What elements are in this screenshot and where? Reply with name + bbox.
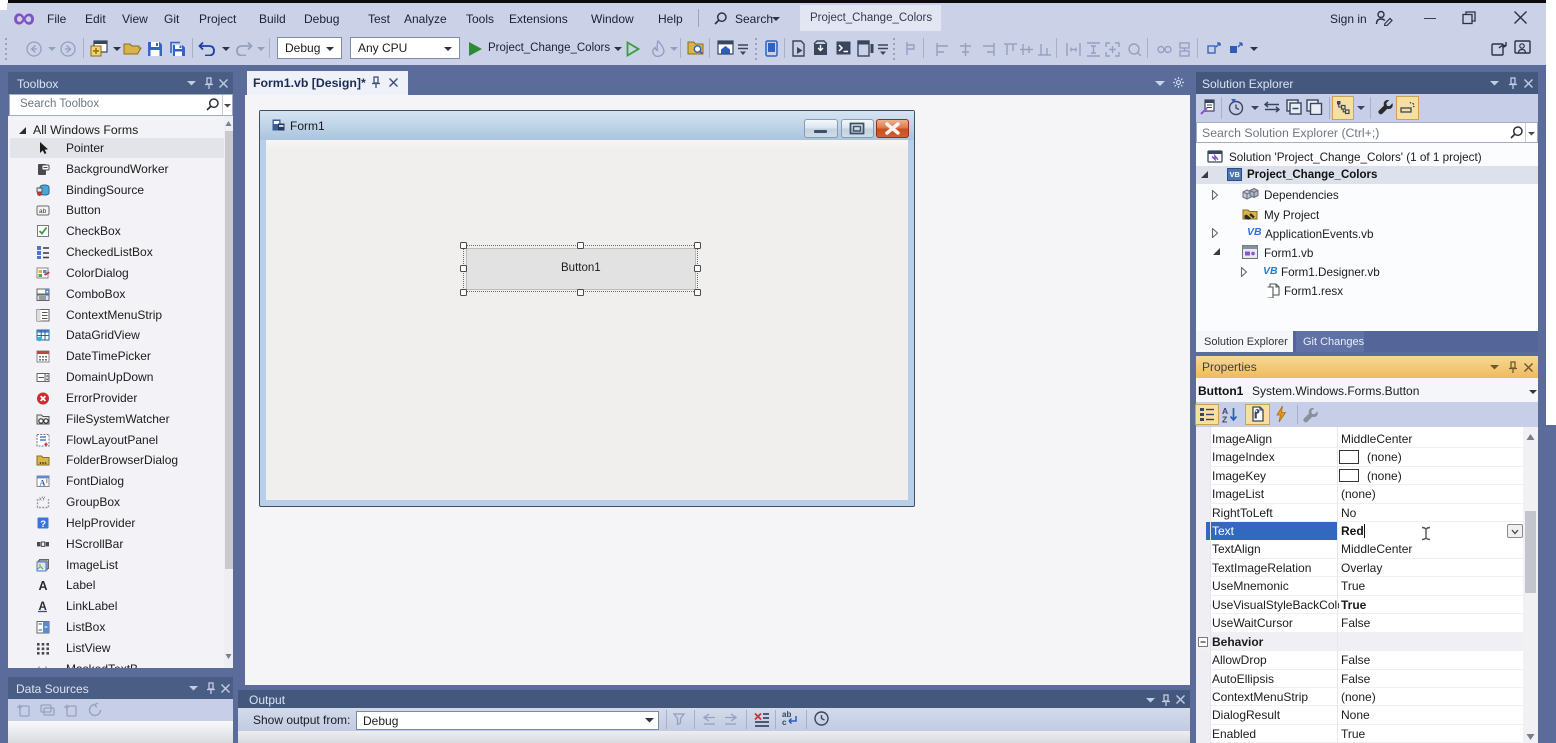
svg-text:?: ? <box>40 519 46 530</box>
svg-text:xY: xY <box>39 497 46 503</box>
svg-text:c: c <box>782 718 787 727</box>
svg-text:A: A <box>40 479 46 488</box>
svg-text:A: A <box>39 579 48 592</box>
svg-text:Z: Z <box>1222 415 1227 424</box>
svg-text:ab: ab <box>39 208 47 215</box>
